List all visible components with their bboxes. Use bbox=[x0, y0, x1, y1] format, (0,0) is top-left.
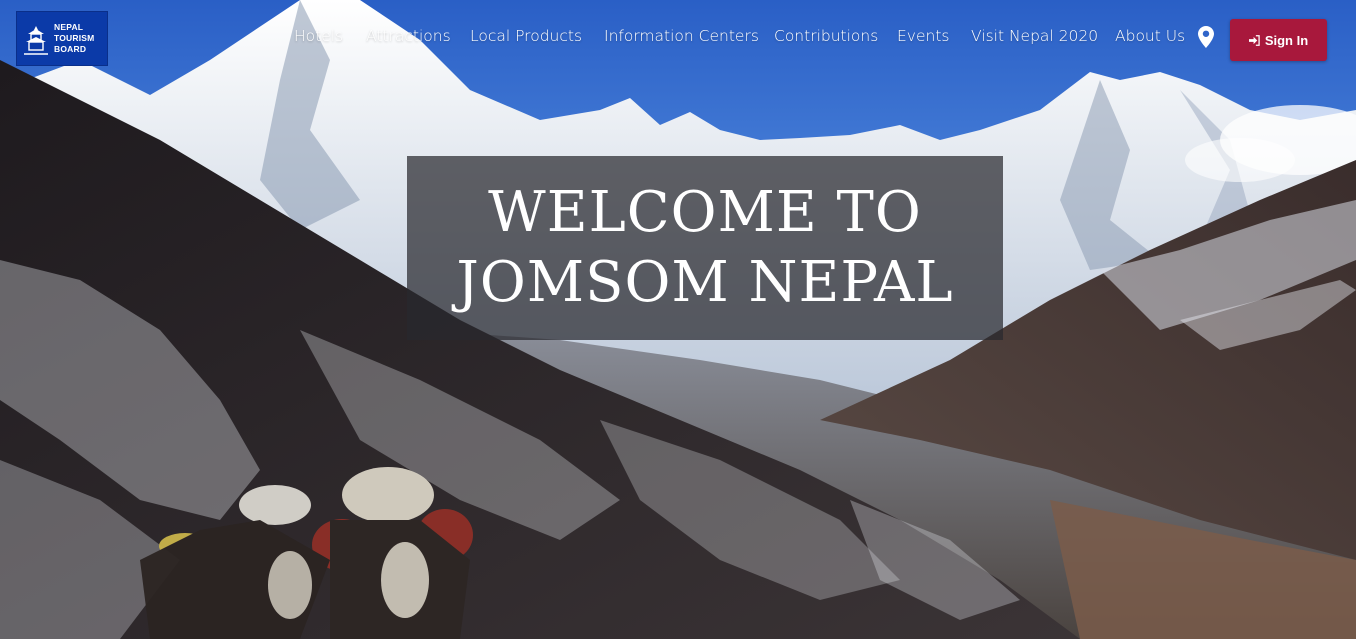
sign-in-icon bbox=[1248, 34, 1260, 46]
nav-item-information-centers[interactable]: Information Centers bbox=[604, 27, 759, 45]
logo-wordmark: NEPAL TOURISM BOARD bbox=[54, 22, 94, 55]
nav-item-attractions[interactable]: Attractions bbox=[366, 27, 451, 45]
nav-item-events[interactable]: Events bbox=[897, 27, 949, 45]
welcome-banner: WELCOME TO JOMSOM NEPAL bbox=[407, 156, 1003, 340]
hero-banner: NEPAL TOURISM BOARD Hotels Attractions L… bbox=[0, 0, 1356, 639]
nav-item-about-us[interactable]: About Us bbox=[1115, 27, 1185, 45]
nav-item-local-products[interactable]: Local Products bbox=[470, 27, 582, 45]
logo-line-3: BOARD bbox=[54, 44, 87, 54]
logo-line-2: TOURISM bbox=[54, 33, 95, 43]
sign-in-label: Sign In bbox=[1264, 32, 1309, 48]
nav-item-contributions[interactable]: Contributions bbox=[774, 27, 878, 45]
nepal-tourism-board-logo[interactable]: NEPAL TOURISM BOARD bbox=[16, 11, 108, 66]
nav-item-hotels[interactable]: Hotels bbox=[294, 27, 343, 45]
logo-line-1: NEPAL bbox=[54, 22, 84, 32]
nav-item-visit-nepal-2020[interactable]: Visit Nepal 2020 bbox=[971, 27, 1098, 45]
welcome-title-line-1: WELCOME TO bbox=[488, 180, 922, 245]
temple-emblem-icon bbox=[24, 26, 48, 55]
welcome-title-line-2: JOMSOM NEPAL bbox=[456, 250, 954, 315]
sign-in-button[interactable]: Sign In bbox=[1230, 19, 1327, 61]
map-marker-icon[interactable] bbox=[1198, 26, 1214, 48]
